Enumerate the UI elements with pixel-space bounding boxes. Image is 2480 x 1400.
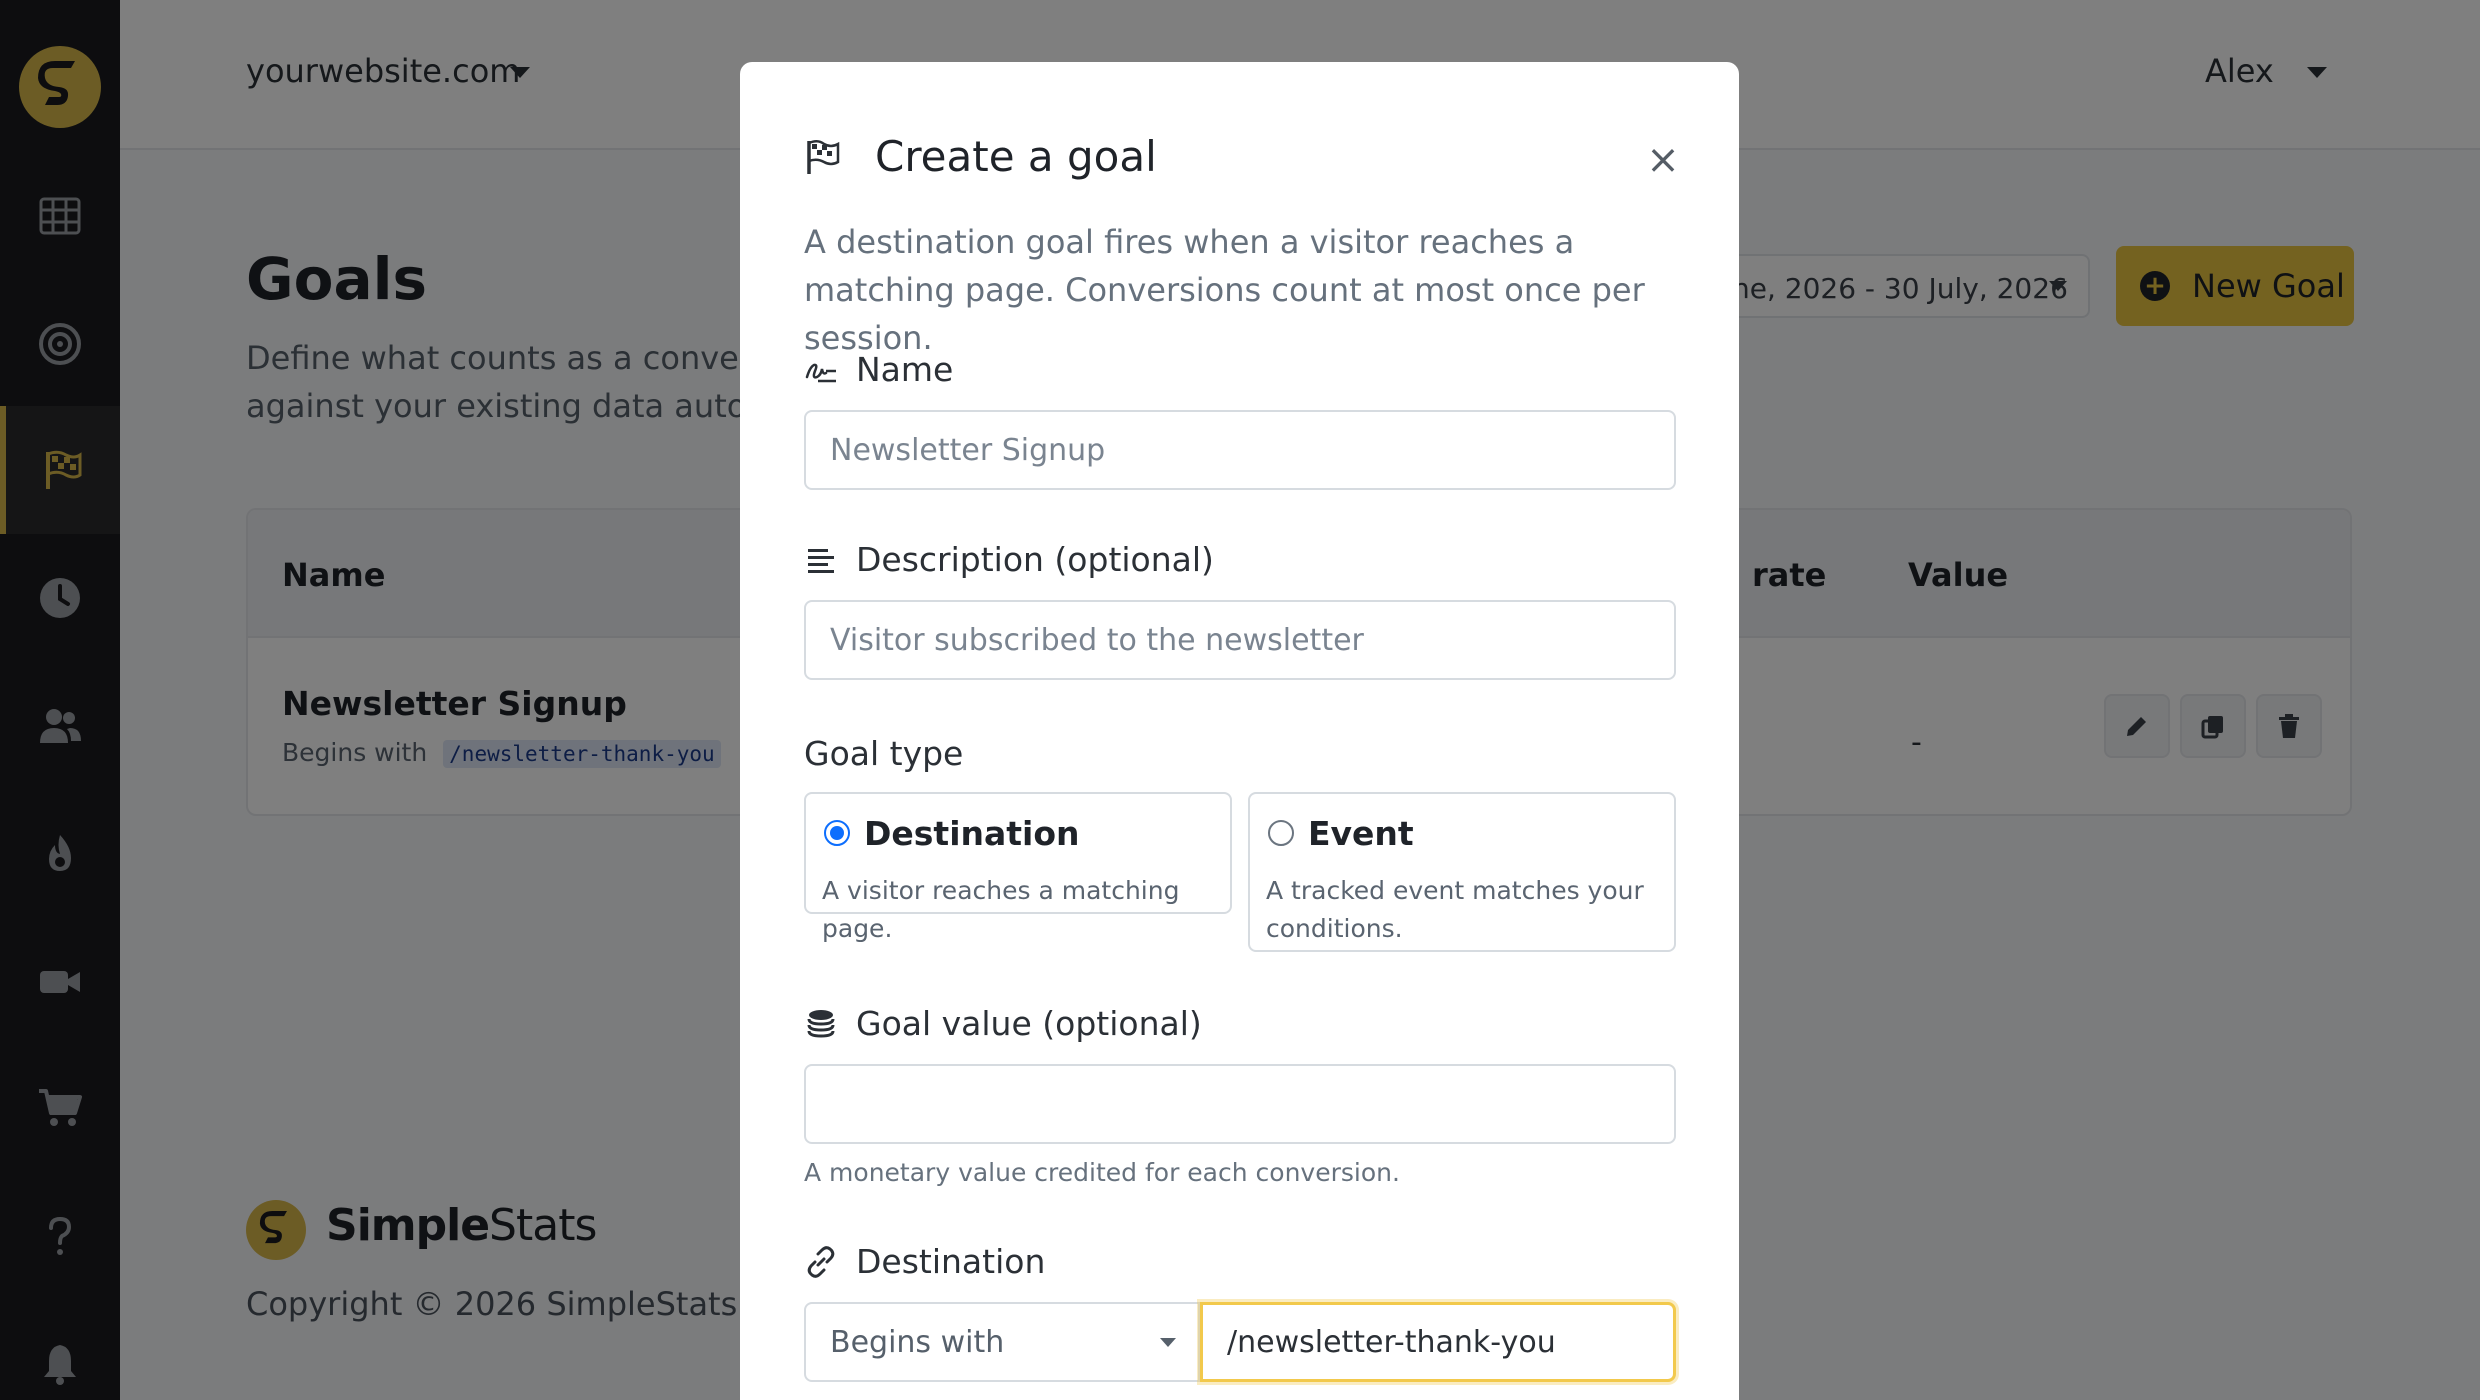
description-label: Description (optional) bbox=[804, 540, 1214, 579]
radio-event[interactable] bbox=[1268, 820, 1294, 846]
name-label: Name bbox=[804, 350, 953, 389]
radio-title: Event bbox=[1308, 814, 1414, 853]
coins-icon bbox=[807, 1009, 835, 1038]
match-type-select[interactable]: Begins with bbox=[804, 1302, 1200, 1382]
radio-description: A tracked event matches your conditions. bbox=[1266, 872, 1644, 948]
name-input[interactable]: Newsletter Signup bbox=[804, 410, 1676, 490]
flag-checkered-icon bbox=[807, 140, 840, 174]
description-input[interactable]: Visitor subscribed to the newsletter bbox=[804, 600, 1676, 680]
value-label-text: Goal value (optional) bbox=[856, 1004, 1202, 1043]
close-icon[interactable]: × bbox=[1643, 140, 1683, 180]
radio-description-line: A tracked event matches your bbox=[1266, 876, 1644, 905]
goal-type-destination[interactable]: Destination A visitor reaches a matching… bbox=[804, 792, 1232, 943]
create-goal-modal: Create a goal × A destination goal fires… bbox=[740, 62, 1739, 1400]
destination-label-text: Destination bbox=[856, 1242, 1046, 1281]
modal-description: A destination goal fires when a visitor … bbox=[804, 223, 1645, 357]
goal-type-event[interactable]: Event A tracked event matches your condi… bbox=[1248, 792, 1676, 952]
chevron-down-icon[interactable] bbox=[1160, 1338, 1176, 1347]
align-left-icon bbox=[808, 548, 834, 573]
modal-title: Create a goal bbox=[875, 132, 1157, 181]
link-icon bbox=[807, 1245, 835, 1278]
radio-title: Destination bbox=[864, 814, 1080, 853]
goal-value-input[interactable] bbox=[804, 1064, 1676, 1144]
destination-label: Destination bbox=[804, 1242, 1045, 1281]
signature-icon bbox=[805, 363, 836, 382]
destination-path-input[interactable]: /newsletter-thank-you bbox=[1200, 1302, 1676, 1382]
goal-value-help: A monetary value credited for each conve… bbox=[804, 1158, 1400, 1187]
value-label: Goal value (optional) bbox=[804, 1004, 1202, 1043]
goal-type-label: Goal type bbox=[804, 734, 964, 773]
radio-description-line: conditions. bbox=[1266, 914, 1403, 943]
radio-description: A visitor reaches a matching page. bbox=[822, 876, 1180, 943]
description-label-text: Description (optional) bbox=[856, 540, 1214, 579]
radio-destination[interactable] bbox=[824, 820, 850, 846]
name-label-text: Name bbox=[856, 350, 954, 389]
